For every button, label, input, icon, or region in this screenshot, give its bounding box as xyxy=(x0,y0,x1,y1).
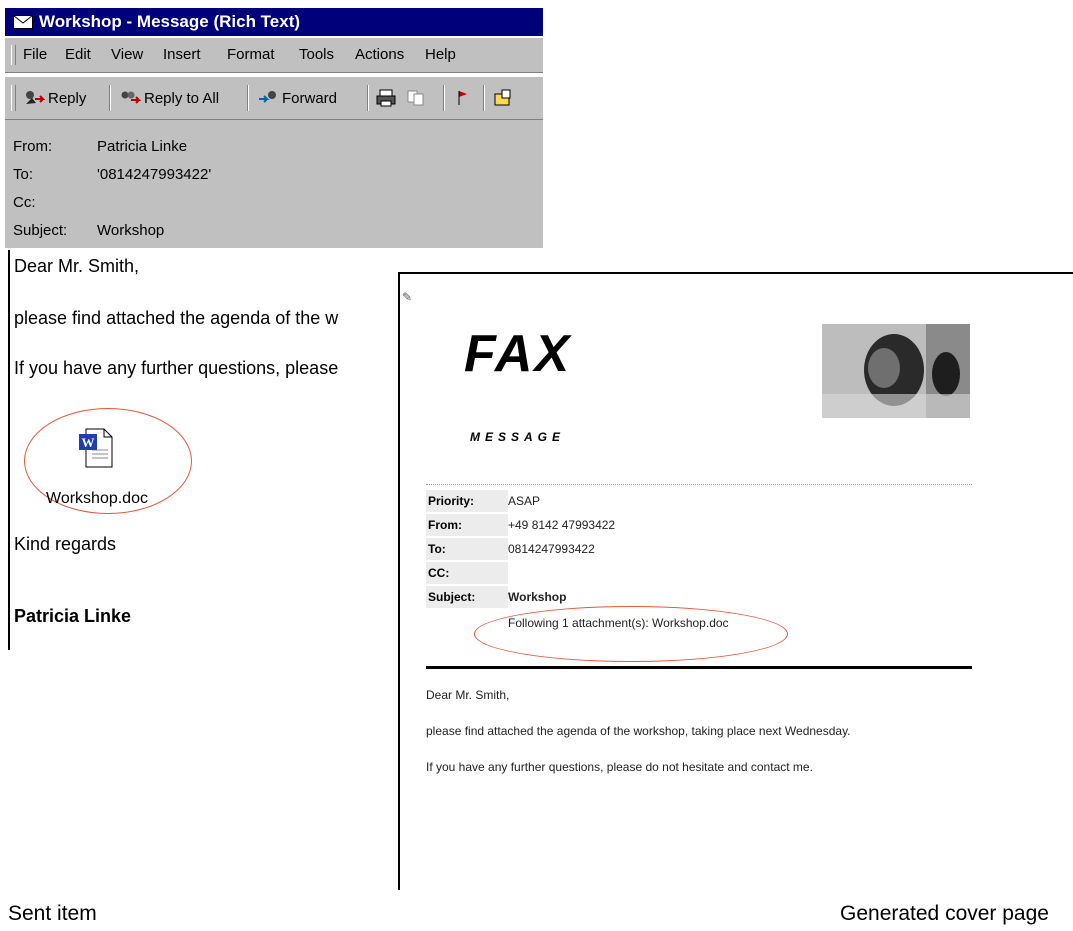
forward-button[interactable]: Forward xyxy=(257,84,337,112)
toolbar-separator xyxy=(443,85,445,111)
cc-label: Cc: xyxy=(13,194,36,211)
svg-text:W: W xyxy=(82,435,95,450)
flag-button[interactable] xyxy=(451,84,476,112)
priority-value: ASAP xyxy=(508,494,541,508)
reply-button[interactable]: Reply xyxy=(23,84,86,112)
caption-generated-cover-page: Generated cover page xyxy=(840,902,1049,925)
flag-icon xyxy=(458,91,467,105)
toolbar-separator xyxy=(367,85,369,111)
toolbar-separator xyxy=(109,85,111,111)
print-icon xyxy=(376,89,396,107)
copy-icon xyxy=(407,90,424,106)
toolbar-grip[interactable] xyxy=(11,85,16,111)
menu-help[interactable]: Help xyxy=(425,46,456,63)
cover-photo xyxy=(822,324,970,418)
forward-label: Forward xyxy=(282,89,338,107)
move-to-folder-button[interactable] xyxy=(493,84,518,112)
cover-from-label: From: xyxy=(426,514,508,536)
cc-row: CC: xyxy=(426,562,972,586)
body-closing: Kind regards xyxy=(14,534,117,554)
forward-icon xyxy=(259,91,276,103)
from-row: From: +49 8142 47993422 xyxy=(426,514,972,538)
toolbar-separator xyxy=(483,85,485,111)
cover-line-1: please find attached the agenda of the w… xyxy=(426,724,851,738)
subject-label: Subject: xyxy=(13,222,68,239)
attachment-name[interactable]: Workshop.doc xyxy=(46,490,148,508)
menu-format[interactable]: Format xyxy=(227,46,275,63)
subject-row: Subject: Workshop xyxy=(426,586,972,610)
menu-file[interactable]: File xyxy=(23,46,47,63)
reply-all-button[interactable]: Reply to All xyxy=(119,84,219,112)
cover-to-value: 0814247993422 xyxy=(508,542,595,556)
cover-greeting: Dear Mr. Smith, xyxy=(426,688,510,702)
move-to-folder-icon xyxy=(494,89,511,106)
to-label: To: xyxy=(13,166,34,183)
reply-icon xyxy=(26,91,45,104)
body-signature: Patricia Linke xyxy=(14,606,132,626)
fax-subtitle: MESSAGE xyxy=(470,430,566,444)
priority-label: Priority: xyxy=(426,490,508,512)
toolbar-separator xyxy=(247,85,249,111)
cover-subject-label: Subject: xyxy=(426,586,508,608)
fax-title: FAX xyxy=(464,325,572,383)
window-title: Workshop - Message (Rich Text) xyxy=(39,12,301,31)
from-value[interactable]: Patricia Linke xyxy=(97,138,187,155)
reply-all-icon xyxy=(121,91,141,104)
from-label: From: xyxy=(13,138,53,155)
cover-from-value: +49 8142 47993422 xyxy=(508,518,616,532)
menu-view[interactable]: View xyxy=(111,46,143,63)
copy-button[interactable] xyxy=(405,84,430,112)
reply-label: Reply xyxy=(48,89,87,107)
menubar-grip[interactable] xyxy=(11,45,16,65)
menu-insert[interactable]: Insert xyxy=(163,46,201,63)
to-row: To: 0814247993422 xyxy=(426,538,972,562)
reply-all-label: Reply to All xyxy=(144,89,220,107)
subject-value[interactable]: Workshop xyxy=(97,222,164,239)
message-header: From: Patricia Linke To: '0814247993422'… xyxy=(5,120,543,248)
menu-tools[interactable]: Tools xyxy=(299,46,334,63)
attachment-note: Following 1 attachment(s): Workshop.doc xyxy=(508,616,729,630)
cover-cc-label: CC: xyxy=(426,562,508,584)
print-button[interactable] xyxy=(375,84,400,112)
envelope-icon xyxy=(13,15,33,29)
standard-toolbar: Reply Reply to All Forward xyxy=(5,76,543,120)
priority-row: Priority: ASAP xyxy=(426,490,972,514)
cover-line-2: If you have any further questions, pleas… xyxy=(426,760,813,774)
body-divider xyxy=(426,666,972,669)
cover-subject-value: Workshop xyxy=(508,590,567,604)
to-value[interactable]: '0814247993422' xyxy=(97,166,211,183)
body-greeting: Dear Mr. Smith, xyxy=(14,256,140,276)
fax-cover-page: ✎ FAX MESSAGE Priority: ASAP From: +49 8… xyxy=(398,272,1073,890)
cover-to-label: To: xyxy=(426,538,508,560)
top-divider xyxy=(426,484,972,485)
caption-sent-item: Sent item xyxy=(8,902,97,925)
attachment-note-highlight-ring xyxy=(474,606,788,662)
menu-actions[interactable]: Actions xyxy=(355,46,404,63)
window-titlebar[interactable]: Workshop - Message (Rich Text) xyxy=(5,8,543,36)
menu-edit[interactable]: Edit xyxy=(65,46,91,63)
word-document-icon[interactable]: W xyxy=(78,428,114,468)
menu-bar: File Edit View Insert Format Tools Actio… xyxy=(5,38,543,73)
body-line-2: If you have any further questions, pleas… xyxy=(14,358,339,378)
document-corner-icon: ✎ xyxy=(402,290,413,304)
body-line-1: please find attached the agenda of the w xyxy=(14,308,339,328)
